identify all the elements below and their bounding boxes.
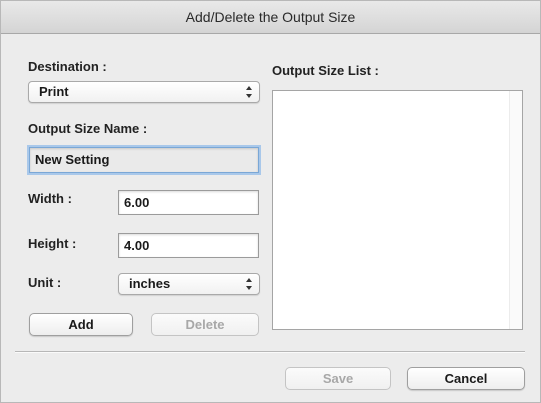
destination-select[interactable]: Print [28, 81, 260, 103]
select-arrows-icon [246, 86, 252, 98]
output-size-name-field[interactable]: New Setting [29, 147, 259, 173]
add-button[interactable]: Add [29, 313, 133, 336]
height-label: Height : [28, 236, 77, 251]
select-arrows-icon [246, 278, 252, 290]
unit-select[interactable]: inches [118, 273, 260, 295]
unit-selected-value: inches [129, 276, 171, 291]
list-scroll-track [509, 91, 522, 329]
divider [15, 351, 525, 353]
destination-label: Destination : [28, 59, 107, 74]
width-label: Width : [28, 191, 72, 206]
unit-label: Unit : [28, 275, 62, 290]
output-size-name-label: Output Size Name : [28, 121, 148, 136]
output-size-list-label: Output Size List : [272, 63, 379, 78]
dialog-title: Add/Delete the Output Size [1, 1, 540, 34]
width-field[interactable]: 6.00 [118, 190, 259, 215]
cancel-button[interactable]: Cancel [407, 367, 525, 390]
delete-button[interactable]: Delete [151, 313, 259, 336]
save-button[interactable]: Save [285, 367, 391, 390]
output-size-list[interactable] [272, 90, 523, 330]
add-delete-output-size-dialog: Add/Delete the Output Size Destination :… [0, 0, 541, 403]
destination-selected-value: Print [39, 84, 69, 99]
height-field[interactable]: 4.00 [118, 233, 259, 258]
